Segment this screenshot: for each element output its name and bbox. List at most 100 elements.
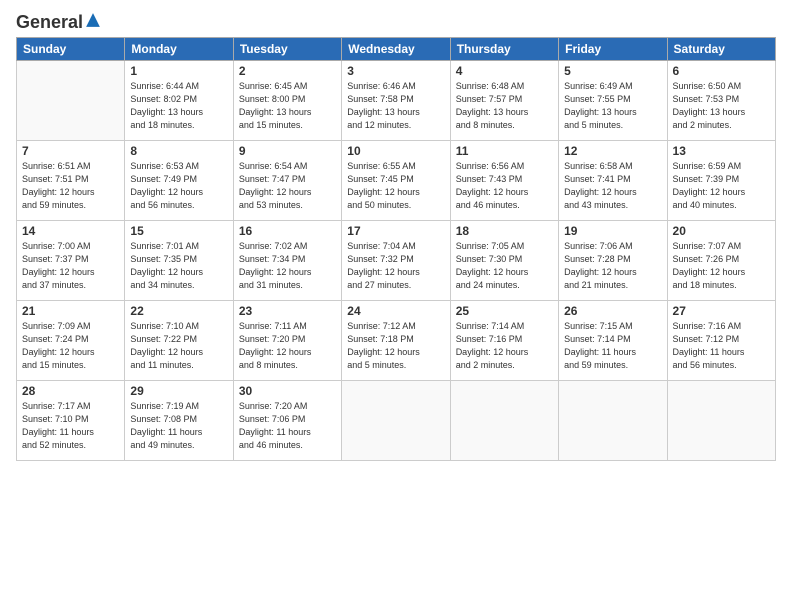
day-number: 27 <box>673 304 770 318</box>
calendar-cell: 23 Sunrise: 7:11 AM Sunset: 7:20 PM Dayli… <box>233 301 341 381</box>
day-info: Sunrise: 7:06 AM Sunset: 7:28 PM Dayligh… <box>564 240 661 292</box>
day-info: Sunrise: 7:00 AM Sunset: 7:37 PM Dayligh… <box>22 240 119 292</box>
calendar-cell: 20 Sunrise: 7:07 AM Sunset: 7:26 PM Dayli… <box>667 221 775 301</box>
day-number: 2 <box>239 64 336 78</box>
day-number: 17 <box>347 224 444 238</box>
day-number: 29 <box>130 384 227 398</box>
weekday-header-monday: Monday <box>125 38 233 61</box>
weekday-header-wednesday: Wednesday <box>342 38 450 61</box>
day-info: Sunrise: 6:48 AM Sunset: 7:57 PM Dayligh… <box>456 80 553 132</box>
day-info: Sunrise: 6:55 AM Sunset: 7:45 PM Dayligh… <box>347 160 444 212</box>
day-number: 16 <box>239 224 336 238</box>
calendar-cell: 3 Sunrise: 6:46 AM Sunset: 7:58 PM Daylig… <box>342 61 450 141</box>
calendar-cell: 24 Sunrise: 7:12 AM Sunset: 7:18 PM Dayli… <box>342 301 450 381</box>
week-row-3: 14 Sunrise: 7:00 AM Sunset: 7:37 PM Dayli… <box>17 221 776 301</box>
calendar-cell: 12 Sunrise: 6:58 AM Sunset: 7:41 PM Dayli… <box>559 141 667 221</box>
calendar-cell: 17 Sunrise: 7:04 AM Sunset: 7:32 PM Dayli… <box>342 221 450 301</box>
day-number: 3 <box>347 64 444 78</box>
day-number: 13 <box>673 144 770 158</box>
day-info: Sunrise: 7:10 AM Sunset: 7:22 PM Dayligh… <box>130 320 227 372</box>
calendar-cell: 5Sunrise: 6:49 AM Sunset: 7:55 PM Daylig… <box>559 61 667 141</box>
day-info: Sunrise: 7:12 AM Sunset: 7:18 PM Dayligh… <box>347 320 444 372</box>
day-info: Sunrise: 7:02 AM Sunset: 7:34 PM Dayligh… <box>239 240 336 292</box>
day-info: Sunrise: 7:16 AM Sunset: 7:12 PM Dayligh… <box>673 320 770 372</box>
logo-general-text: General <box>16 12 83 33</box>
calendar-cell: 15 Sunrise: 7:01 AM Sunset: 7:35 PM Dayli… <box>125 221 233 301</box>
week-row-4: 21 Sunrise: 7:09 AM Sunset: 7:24 PM Dayli… <box>17 301 776 381</box>
day-info: Sunrise: 7:19 AM Sunset: 7:08 PM Dayligh… <box>130 400 227 452</box>
day-number: 7 <box>22 144 119 158</box>
calendar-cell <box>17 61 125 141</box>
calendar-cell: 19 Sunrise: 7:06 AM Sunset: 7:28 PM Dayli… <box>559 221 667 301</box>
day-info: Sunrise: 7:11 AM Sunset: 7:20 PM Dayligh… <box>239 320 336 372</box>
day-info: Sunrise: 7:07 AM Sunset: 7:26 PM Dayligh… <box>673 240 770 292</box>
logo-triangle-icon <box>85 12 101 28</box>
page: General SundayMondayTuesdayWednesdayThur… <box>0 0 792 612</box>
calendar-cell: 1Sunrise: 6:44 AM Sunset: 8:02 PM Daylig… <box>125 61 233 141</box>
day-info: Sunrise: 7:15 AM Sunset: 7:14 PM Dayligh… <box>564 320 661 372</box>
calendar-cell: 16 Sunrise: 7:02 AM Sunset: 7:34 PM Dayli… <box>233 221 341 301</box>
calendar-cell: 21 Sunrise: 7:09 AM Sunset: 7:24 PM Dayli… <box>17 301 125 381</box>
day-number: 22 <box>130 304 227 318</box>
calendar-cell: 26 Sunrise: 7:15 AM Sunset: 7:14 PM Dayli… <box>559 301 667 381</box>
day-info: Sunrise: 7:01 AM Sunset: 7:35 PM Dayligh… <box>130 240 227 292</box>
day-number: 15 <box>130 224 227 238</box>
calendar-cell <box>559 381 667 461</box>
calendar-cell: 7 Sunrise: 6:51 AM Sunset: 7:51 PM Daylig… <box>17 141 125 221</box>
day-number: 14 <box>22 224 119 238</box>
day-info: Sunrise: 7:17 AM Sunset: 7:10 PM Dayligh… <box>22 400 119 452</box>
day-info: Sunrise: 7:20 AM Sunset: 7:06 PM Dayligh… <box>239 400 336 452</box>
day-number: 30 <box>239 384 336 398</box>
day-info: Sunrise: 7:09 AM Sunset: 7:24 PM Dayligh… <box>22 320 119 372</box>
calendar-cell: 10Sunrise: 6:55 AM Sunset: 7:45 PM Dayli… <box>342 141 450 221</box>
day-number: 4 <box>456 64 553 78</box>
calendar-cell: 14 Sunrise: 7:00 AM Sunset: 7:37 PM Dayli… <box>17 221 125 301</box>
calendar-cell: 22 Sunrise: 7:10 AM Sunset: 7:22 PM Dayli… <box>125 301 233 381</box>
weekday-header-thursday: Thursday <box>450 38 558 61</box>
day-info: Sunrise: 6:58 AM Sunset: 7:41 PM Dayligh… <box>564 160 661 212</box>
day-info: Sunrise: 6:51 AM Sunset: 7:51 PM Dayligh… <box>22 160 119 212</box>
day-number: 19 <box>564 224 661 238</box>
week-row-2: 7 Sunrise: 6:51 AM Sunset: 7:51 PM Daylig… <box>17 141 776 221</box>
calendar-cell: 6Sunrise: 6:50 AM Sunset: 7:53 PM Daylig… <box>667 61 775 141</box>
calendar-cell: 4 Sunrise: 6:48 AM Sunset: 7:57 PM Daylig… <box>450 61 558 141</box>
day-info: Sunrise: 6:45 AM Sunset: 8:00 PM Dayligh… <box>239 80 336 132</box>
week-row-5: 28 Sunrise: 7:17 AM Sunset: 7:10 PM Dayli… <box>17 381 776 461</box>
calendar-cell: 8Sunrise: 6:53 AM Sunset: 7:49 PM Daylig… <box>125 141 233 221</box>
day-number: 11 <box>456 144 553 158</box>
calendar-cell: 13 Sunrise: 6:59 AM Sunset: 7:39 PM Dayli… <box>667 141 775 221</box>
weekday-header-sunday: Sunday <box>17 38 125 61</box>
header: General <box>16 12 776 29</box>
calendar-cell <box>342 381 450 461</box>
logo: General <box>16 12 101 29</box>
day-info: Sunrise: 6:56 AM Sunset: 7:43 PM Dayligh… <box>456 160 553 212</box>
calendar-cell: 30 Sunrise: 7:20 AM Sunset: 7:06 PM Dayli… <box>233 381 341 461</box>
weekday-header-saturday: Saturday <box>667 38 775 61</box>
day-number: 26 <box>564 304 661 318</box>
day-number: 25 <box>456 304 553 318</box>
day-number: 5 <box>564 64 661 78</box>
day-number: 6 <box>673 64 770 78</box>
calendar-cell: 2 Sunrise: 6:45 AM Sunset: 8:00 PM Daylig… <box>233 61 341 141</box>
day-number: 9 <box>239 144 336 158</box>
day-number: 21 <box>22 304 119 318</box>
calendar-cell: 18Sunrise: 7:05 AM Sunset: 7:30 PM Dayli… <box>450 221 558 301</box>
day-info: Sunrise: 7:04 AM Sunset: 7:32 PM Dayligh… <box>347 240 444 292</box>
calendar-cell: 11 Sunrise: 6:56 AM Sunset: 7:43 PM Dayli… <box>450 141 558 221</box>
calendar-cell: 9Sunrise: 6:54 AM Sunset: 7:47 PM Daylig… <box>233 141 341 221</box>
day-number: 18 <box>456 224 553 238</box>
calendar-cell <box>667 381 775 461</box>
day-number: 24 <box>347 304 444 318</box>
calendar-cell: 27 Sunrise: 7:16 AM Sunset: 7:12 PM Dayli… <box>667 301 775 381</box>
day-info: Sunrise: 6:59 AM Sunset: 7:39 PM Dayligh… <box>673 160 770 212</box>
weekday-header-tuesday: Tuesday <box>233 38 341 61</box>
header-row: SundayMondayTuesdayWednesdayThursdayFrid… <box>17 38 776 61</box>
day-info: Sunrise: 6:46 AM Sunset: 7:58 PM Dayligh… <box>347 80 444 132</box>
day-number: 12 <box>564 144 661 158</box>
calendar: SundayMondayTuesdayWednesdayThursdayFrid… <box>16 37 776 461</box>
day-number: 20 <box>673 224 770 238</box>
day-number: 28 <box>22 384 119 398</box>
calendar-cell: 28 Sunrise: 7:17 AM Sunset: 7:10 PM Dayli… <box>17 381 125 461</box>
weekday-header-friday: Friday <box>559 38 667 61</box>
day-number: 23 <box>239 304 336 318</box>
